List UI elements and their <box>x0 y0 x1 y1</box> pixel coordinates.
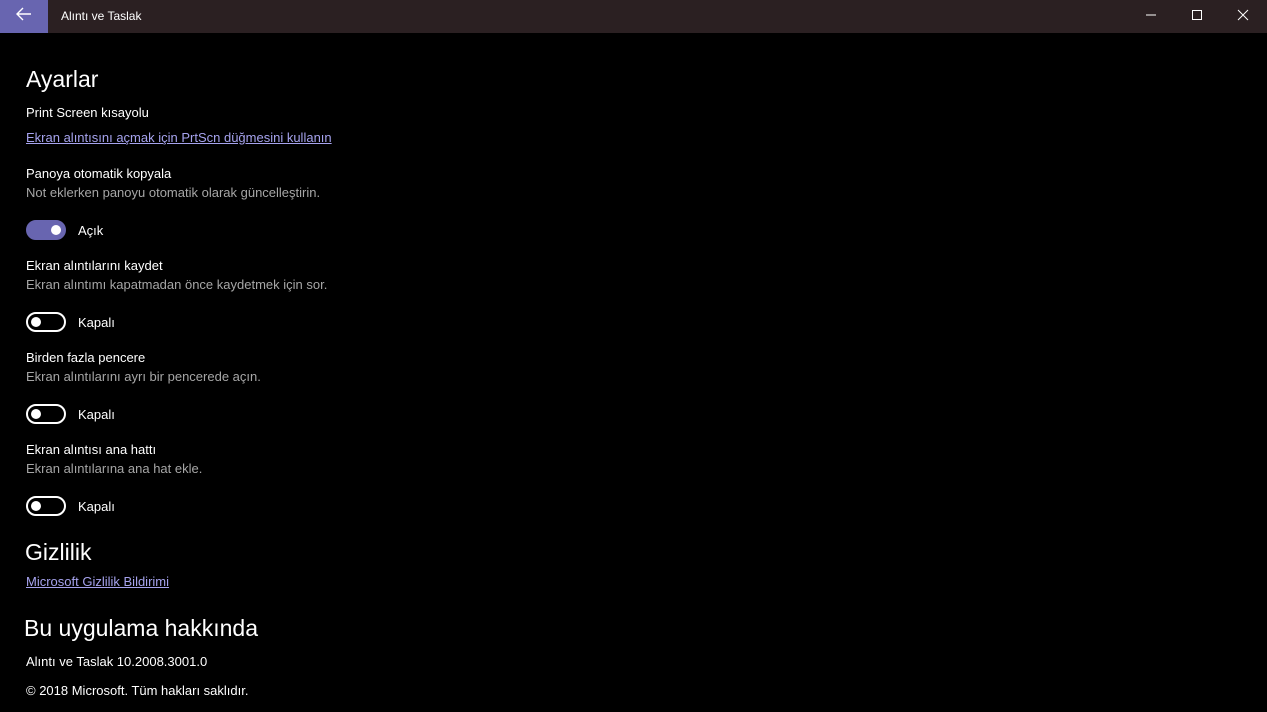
close-icon <box>1237 8 1249 26</box>
toggle-knob <box>31 317 41 327</box>
snip-outline-description: Ekran alıntılarına ana hat ekle. <box>26 461 203 476</box>
print-screen-title: Print Screen kısayolu <box>26 105 149 120</box>
app-version: Alıntı ve Taslak 10.2008.3001.0 <box>26 654 208 669</box>
multiple-windows-description: Ekran alıntılarını ayrı bir pencerede aç… <box>26 369 261 384</box>
close-button[interactable] <box>1220 0 1266 33</box>
minimize-button[interactable] <box>1128 0 1174 33</box>
snip-outline-state: Kapalı <box>78 499 115 514</box>
toggle-knob <box>51 225 61 235</box>
window-title: Alıntı ve Taslak <box>61 9 142 23</box>
auto-copy-title: Panoya otomatik kopyala <box>26 166 172 181</box>
toggle-knob <box>31 409 41 419</box>
maximize-button[interactable] <box>1174 0 1220 33</box>
save-snips-toggle[interactable] <box>26 312 66 332</box>
about-heading: Bu uygulama hakkında <box>24 615 258 641</box>
back-button[interactable] <box>0 0 48 33</box>
settings-page: Ayarlar Print Screen kısayolu Ekran alın… <box>0 33 1267 712</box>
privacy-statement-link[interactable]: Microsoft Gizlilik Bildirimi <box>26 574 169 589</box>
title-bar: Alıntı ve Taslak <box>0 0 1267 33</box>
save-snips-description: Ekran alıntımı kapatmadan önce kaydetmek… <box>26 277 328 292</box>
save-snips-title: Ekran alıntılarını kaydet <box>26 258 163 273</box>
maximize-icon <box>1191 8 1203 26</box>
settings-heading: Ayarlar <box>26 66 99 92</box>
save-snips-state: Kapalı <box>78 315 115 330</box>
toggle-knob <box>31 501 41 511</box>
privacy-heading: Gizlilik <box>25 539 92 565</box>
auto-copy-description: Not eklerken panoyu otomatik olarak günc… <box>26 185 321 200</box>
multiple-windows-toggle[interactable] <box>26 404 66 424</box>
minimize-icon <box>1145 8 1157 26</box>
copyright-text: © 2018 Microsoft. Tüm hakları saklıdır. <box>26 683 249 698</box>
auto-copy-toggle[interactable] <box>26 220 66 240</box>
snip-outline-title: Ekran alıntısı ana hattı <box>26 442 157 457</box>
auto-copy-state: Açık <box>78 223 104 238</box>
multiple-windows-title: Birden fazla pencere <box>26 350 146 365</box>
arrow-left-icon <box>16 7 32 26</box>
snip-outline-toggle[interactable] <box>26 496 66 516</box>
print-screen-link[interactable]: Ekran alıntısını açmak için PrtScn düğme… <box>26 130 332 145</box>
multiple-windows-state: Kapalı <box>78 407 115 422</box>
